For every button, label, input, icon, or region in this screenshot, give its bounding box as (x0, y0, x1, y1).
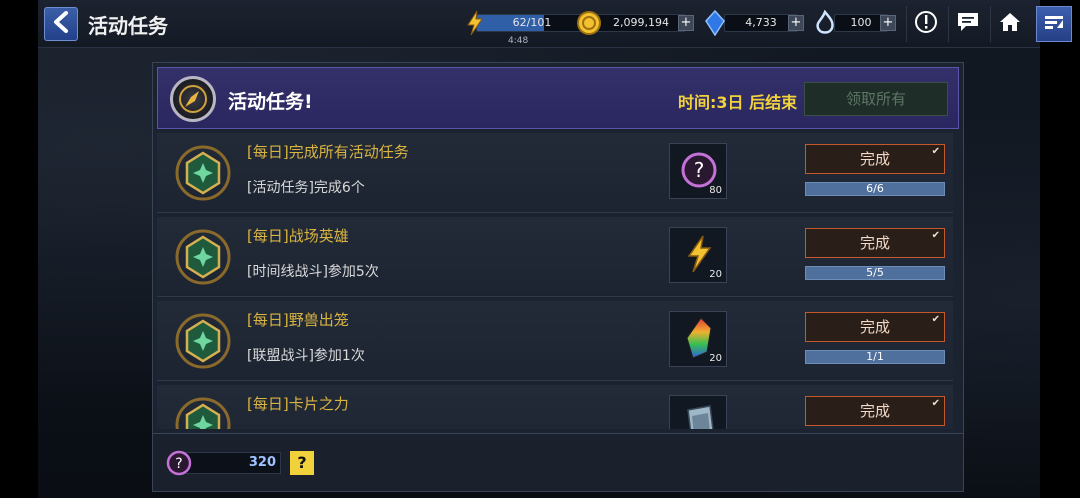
mission-desc: [活动任务]完成6个 (247, 180, 365, 196)
reward-qty: 20 (709, 353, 722, 364)
mission-badge-icon (175, 229, 231, 285)
progress-bar: 5/5 (805, 266, 945, 280)
mission-title: [每日]卡片之力 (247, 395, 349, 413)
checkmark-icon: ✔ (931, 146, 940, 157)
help-button[interactable]: ? (290, 451, 314, 475)
claim-all-button[interactable]: 领取所有 (804, 82, 948, 116)
gold-plus-button[interactable]: + (678, 15, 694, 31)
mystery-orb-icon: ? (165, 449, 193, 477)
mission-row: [每日]野兽出笼 [联盟战斗]参加1次 20 完成 ✔ 1/1 (157, 301, 953, 381)
gold-value: 2,099,194 (596, 14, 686, 32)
back-arrow-icon (52, 11, 70, 37)
menu-icon (1043, 14, 1065, 34)
home-button[interactable] (994, 8, 1026, 40)
complete-label: 完成 (859, 318, 890, 336)
mission-title: [每日]战场英雄 (247, 227, 349, 245)
card-pack-icon (680, 404, 718, 429)
back-button[interactable] (44, 7, 78, 41)
reward-slot[interactable]: 20 (669, 311, 727, 367)
divider (948, 6, 949, 42)
left-letterbox (0, 0, 38, 498)
mission-panel: 活动任务! 时间:3日 后结束 领取所有 [每日]完成所有活动任务 [活动任务]… (152, 62, 964, 434)
progress-bar: 6/6 (805, 182, 945, 196)
currency-value: 320 (181, 452, 281, 474)
checkmark-icon: ✔ (931, 314, 940, 325)
reward-slot[interactable]: ? 80 (669, 143, 727, 199)
panel-header: 活动任务! 时间:3日 后结束 领取所有 (157, 67, 959, 129)
complete-label: 完成 (859, 234, 890, 252)
complete-button[interactable]: 完成 ✔ (805, 312, 945, 342)
crystal-resource: 4,733 + (702, 9, 814, 37)
reward-qty: 20 (709, 269, 722, 280)
crystal-value: 4,733 (724, 14, 798, 32)
energy-value: 62/101 (512, 16, 552, 29)
energy-bar: 62/101 (476, 14, 588, 32)
mission-badge-icon (175, 145, 231, 201)
chat-button[interactable] (952, 8, 984, 40)
progress-bar: 1/1 (805, 350, 945, 364)
exclamation-icon (914, 10, 938, 38)
mission-row: [每日]战场英雄 [时间线战斗]参加5次 20 完成 ✔ 5/5 (157, 217, 953, 297)
reward-qty: 80 (709, 185, 722, 196)
mission-desc: [联盟战斗]参加1次 (247, 348, 365, 364)
lightning-icon (462, 10, 488, 36)
complete-label: 完成 (859, 402, 890, 420)
gold-coin-icon (576, 10, 602, 36)
complete-button[interactable]: 完成 ✔ (805, 396, 945, 426)
blue-flame-plus-button[interactable]: + (880, 15, 896, 31)
svg-text:?: ? (175, 456, 182, 472)
top-bar: 活动任务 62/101 + 4:48 2,099,194 + 4,733 + 1… (38, 0, 1072, 48)
alert-button[interactable] (910, 8, 942, 40)
gold-resource: 2,099,194 + (576, 10, 696, 36)
bottom-bar: 320 ? ? (152, 434, 964, 492)
divider (990, 6, 991, 42)
mission-title: [每日]完成所有活动任务 (247, 143, 409, 161)
complete-button[interactable]: 完成 ✔ (805, 144, 945, 174)
mission-badge-icon (175, 397, 231, 429)
chat-icon (956, 11, 980, 37)
mission-badge-icon (175, 313, 231, 369)
mission-row: [每日]卡片之力 完成 ✔ (157, 385, 953, 429)
crystal-plus-button[interactable]: + (788, 15, 804, 31)
page-title: 活动任务 (88, 14, 168, 38)
complete-button[interactable]: 完成 ✔ (805, 228, 945, 258)
checkmark-icon: ✔ (931, 230, 940, 241)
mission-row: [每日]完成所有活动任务 [活动任务]完成6个 ? 80 完成 ✔ 6/6 (157, 133, 953, 213)
energy-timer: 4:48 (508, 36, 529, 46)
compass-icon (170, 76, 216, 122)
mission-title: [每日]野兽出笼 (247, 311, 349, 329)
panel-title: 活动任务! (228, 91, 313, 113)
reward-slot[interactable] (669, 395, 727, 429)
checkmark-icon: ✔ (931, 398, 940, 409)
home-icon (998, 11, 1022, 37)
mission-desc: [时间线战斗]参加5次 (247, 264, 379, 280)
blue-flame-icon (812, 9, 838, 36)
blue-crystal-icon (702, 9, 728, 37)
blue-flame-resource: 100 + (812, 9, 898, 36)
menu-button[interactable] (1036, 6, 1072, 42)
right-letterbox (1040, 0, 1080, 498)
divider (906, 6, 907, 42)
mission-list: [每日]完成所有活动任务 [活动任务]完成6个 ? 80 完成 ✔ 6/6 [每… (157, 133, 959, 429)
complete-label: 完成 (859, 150, 890, 168)
reward-slot[interactable]: 20 (669, 227, 727, 283)
time-remaining: 时间:3日 后结束 (678, 93, 798, 112)
svg-text:?: ? (694, 158, 705, 182)
